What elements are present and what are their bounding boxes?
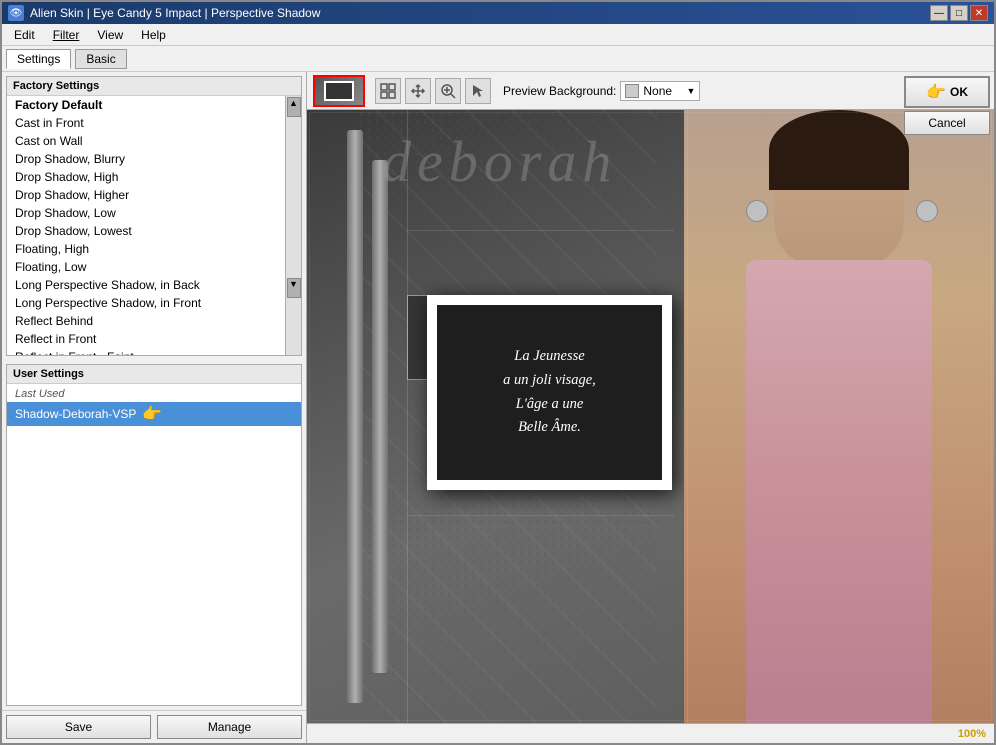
ok-cancel-area: 👉 OK Cancel [904,76,990,135]
list-item[interactable]: Factory Default [7,96,285,114]
tab-bar: Settings Basic [2,46,994,72]
list-item[interactable]: Drop Shadow, Lowest [7,222,285,240]
list-item[interactable]: Long Perspective Shadow, in Front [7,294,285,312]
ok-button[interactable]: 👉 OK [904,76,990,108]
factory-settings-header: Factory Settings [7,77,301,96]
list-item[interactable]: Drop Shadow, Low [7,204,285,222]
last-used-label: Last Used [7,386,301,402]
preview-bg-label: Preview Background: [503,84,616,98]
list-item[interactable]: Long Perspective Shadow, in Back [7,276,285,294]
grid-line-h1 [407,230,674,231]
dropdown-arrow-icon: ▼ [686,86,695,96]
zoom-in-button[interactable] [435,78,461,104]
bottom-buttons: Save Manage [2,710,306,743]
list-item[interactable]: Cast in Front [7,114,285,132]
hand-icon-ok: 👉 [926,82,946,102]
preview-thumbnail [313,75,365,107]
menu-bar: Edit Filter View Help [2,24,994,46]
hair-shape [769,110,909,190]
grid-line-1 [407,110,408,723]
factory-settings-section: Factory Settings Factory Default Cast in… [6,76,302,356]
french-text-card: La Jeunessea un joli visage,L'âge a uneB… [427,295,672,490]
grid-line-h2 [407,515,674,516]
user-settings-header: User Settings [7,365,301,384]
zoom-fit-button[interactable] [375,78,401,104]
bg-color-swatch [625,84,639,98]
grid-line-2 [687,110,688,723]
list-item[interactable]: Floating, Low [7,258,285,276]
deborah-text: deborah [382,128,617,195]
earring-left [746,200,768,222]
left-panel: Factory Settings Factory Default Cast in… [2,72,307,743]
minimize-button[interactable]: — [930,5,948,21]
maximize-button[interactable]: □ [950,5,968,21]
factory-list-scrollbar[interactable]: ▲ ▼ [285,96,301,355]
manage-button[interactable]: Manage [157,715,302,739]
user-settings-list: Last Used Shadow-Deborah-VSP 👉 [7,384,301,705]
menu-view[interactable]: View [89,26,131,44]
title-bar: 👁 Alien Skin | Eye Candy 5 Impact | Pers… [2,2,994,24]
preview-toolbar: Preview Background: None ▼ [307,72,994,110]
zoom-level: 100% [958,728,986,740]
arrow-icon: 👉 [142,404,162,424]
list-item[interactable]: Drop Shadow, Higher [7,186,285,204]
vertical-bar-1 [347,130,363,703]
list-item[interactable]: Floating, High [7,240,285,258]
app-icon: 👁 [8,5,24,21]
save-button[interactable]: Save [6,715,151,739]
menu-filter[interactable]: Filter [45,26,88,44]
list-item[interactable]: Reflect Behind [7,312,285,330]
selected-preset-label: Shadow-Deborah-VSP [15,407,136,421]
right-panel: 👉 OK Cancel [307,72,994,743]
menu-edit[interactable]: Edit [6,26,43,44]
tab-settings[interactable]: Settings [6,49,71,69]
pointer-tool-button[interactable] [465,78,491,104]
vertical-bar-2 [372,160,388,673]
user-settings-section: User Settings Last Used Shadow-Deborah-V… [6,364,302,706]
factory-settings-list: Factory Default Cast in Front Cast on Wa… [7,96,285,355]
menu-help[interactable]: Help [133,26,174,44]
close-button[interactable]: ✕ [970,5,988,21]
list-item[interactable]: Drop Shadow, High [7,168,285,186]
cancel-button[interactable]: Cancel [904,111,990,135]
main-window: 👁 Alien Skin | Eye Candy 5 Impact | Pers… [0,0,996,745]
card-text: La Jeunessea un joli visage,L'âge a uneB… [497,339,602,447]
pan-tool-button[interactable] [405,78,431,104]
dress-shape [746,260,932,723]
window-title: Alien Skin | Eye Candy 5 Impact | Perspe… [30,6,320,20]
main-content: Factory Settings Factory Default Cast in… [2,72,994,743]
tab-basic[interactable]: Basic [75,49,126,69]
status-bar: 100% [307,723,994,743]
woman-figure [684,110,994,723]
bg-value-label: None [643,84,672,98]
window-controls: — □ ✕ [930,5,988,21]
list-item[interactable]: Reflect in Front - Faint [7,348,285,355]
preview-bg-dropdown[interactable]: None ▼ [620,81,700,101]
preview-area: deborah claudia La Jeunessea un joli vis… [307,110,994,723]
list-item[interactable]: Reflect in Front [7,330,285,348]
user-preset-item[interactable]: Shadow-Deborah-VSP 👉 [7,402,301,426]
list-item[interactable]: Cast on Wall [7,132,285,150]
list-item[interactable]: Drop Shadow, Blurry [7,150,285,168]
